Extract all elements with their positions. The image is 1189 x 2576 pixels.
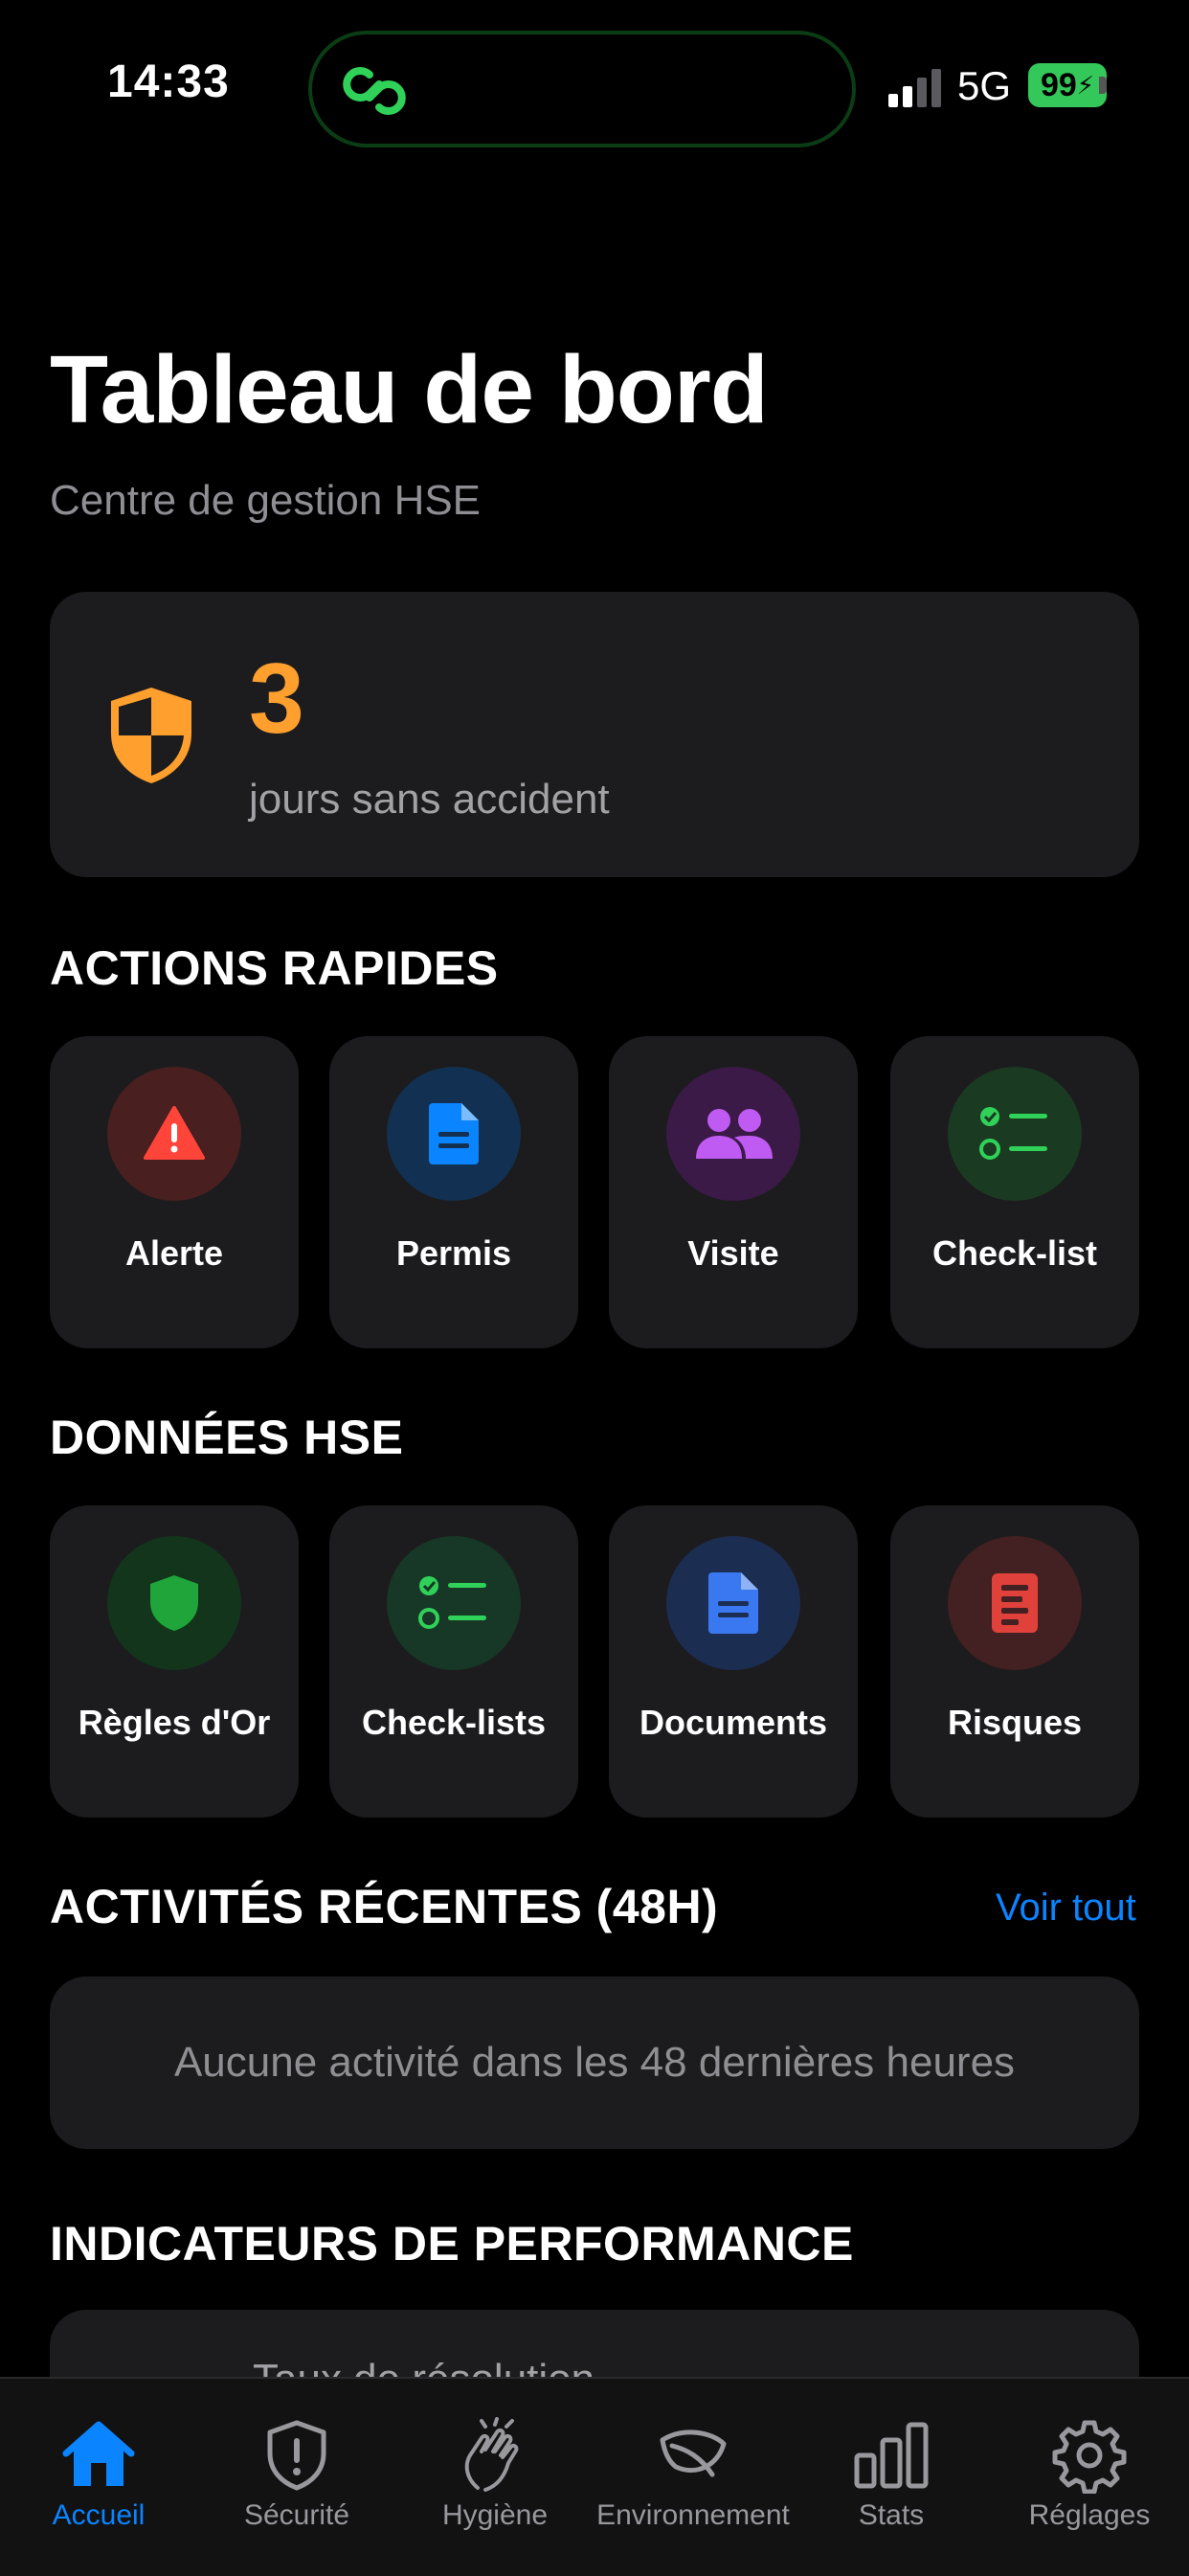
hse-golden-rules[interactable]: Règles d'Or <box>50 1505 299 1818</box>
hse-data-label: Check-lists <box>361 1703 547 1742</box>
golden-rules-icon-circle <box>107 1536 241 1670</box>
checklist-icon <box>979 1107 1047 1160</box>
quick-action-permit[interactable]: Permis <box>329 1036 578 1348</box>
hse-data-title: DONNÉES HSE <box>50 1411 404 1464</box>
page-subtitle: Centre de gestion HSE <box>50 477 482 524</box>
warning-icon <box>144 1106 205 1160</box>
hse-data-label: Documents <box>639 1703 828 1742</box>
page-title: Tableau de bord <box>50 336 769 443</box>
shield-icon <box>111 688 191 783</box>
hse-data-label: Règles d'Or <box>78 1703 271 1742</box>
quick-action-label: Check-list <box>931 1233 1098 1273</box>
checklist-icon-circle <box>948 1067 1082 1201</box>
tab-bar: Accueil Sécurité Hygiène Environnement S… <box>0 2377 1189 2576</box>
visit-icon-circle <box>666 1067 800 1201</box>
tab-label: Hygiène <box>441 2499 549 2531</box>
quick-action-checklist[interactable]: Check-list <box>890 1036 1139 1348</box>
tab-stats[interactable]: Stats <box>793 2379 990 2576</box>
quick-action-alert[interactable]: Alerte <box>50 1036 299 1348</box>
hse-documents[interactable]: Documents <box>609 1505 858 1818</box>
battery-indicator: 99 ⚡ <box>1028 63 1107 107</box>
tab-environment[interactable]: Environnement <box>594 2379 792 2576</box>
clap-hands-icon <box>464 2417 519 2492</box>
risk-list-icon <box>992 1573 1038 1633</box>
tab-hygiene[interactable]: Hygiène <box>396 2379 594 2576</box>
quick-actions-title: ACTIONS RAPIDES <box>50 941 499 995</box>
people-icon <box>696 1109 773 1159</box>
tab-home[interactable]: Accueil <box>0 2379 197 2576</box>
shield-icon <box>150 1575 198 1631</box>
kpi-title: INDICATEURS DE PERFORMANCE <box>50 2217 854 2271</box>
permit-icon-circle <box>387 1067 521 1201</box>
quick-action-label: Alerte <box>124 1233 224 1273</box>
tab-label: Sécurité <box>243 2499 350 2531</box>
document-icon <box>429 1103 479 1164</box>
recent-activities-title: ACTIVITÉS RÉCENTES (48H) <box>50 1880 719 1933</box>
tab-label: Environnement <box>596 2499 790 2531</box>
quick-action-label: Permis <box>395 1233 512 1273</box>
quick-action-visit[interactable]: Visite <box>609 1036 858 1348</box>
hse-data-label: Risques <box>947 1703 1083 1742</box>
days-without-accident-card[interactable]: 3 jours sans accident <box>50 592 1139 877</box>
battery-nub <box>1099 77 1107 94</box>
tab-label: Accueil <box>52 2499 146 2531</box>
link-app-icon <box>343 67 406 115</box>
quick-action-label: Visite <box>687 1233 779 1273</box>
checklists-icon-circle <box>387 1536 521 1670</box>
recent-activities-card: Aucune activité dans les 48 dernières he… <box>50 1977 1139 2149</box>
empty-state-text: Aucune activité dans les 48 dernières he… <box>173 2039 1016 2086</box>
dynamic-island <box>308 31 856 147</box>
alert-icon-circle <box>107 1067 241 1201</box>
tab-label: Réglages <box>1028 2499 1151 2531</box>
accident-count: 3 <box>249 644 304 755</box>
hse-checklists[interactable]: Check-lists <box>329 1505 578 1818</box>
documents-icon-circle <box>666 1536 800 1670</box>
checklist-icon <box>418 1576 486 1629</box>
see-all-link[interactable]: Voir tout <box>996 1887 1136 1930</box>
network-label: 5G <box>957 63 1012 108</box>
tab-settings[interactable]: Réglages <box>991 2379 1188 2576</box>
signal-icon <box>888 69 941 107</box>
shield-alert-icon <box>267 2420 326 2491</box>
battery-level: 99 <box>1040 66 1077 103</box>
leaf-icon <box>660 2429 727 2477</box>
risks-icon-circle <box>948 1536 1082 1670</box>
home-icon <box>62 2421 135 2486</box>
tab-label: Stats <box>858 2499 925 2531</box>
gear-icon <box>1052 2420 1127 2494</box>
document-icon <box>708 1572 758 1634</box>
tab-security[interactable]: Sécurité <box>198 2379 395 2576</box>
hse-risks[interactable]: Risques <box>890 1505 1139 1818</box>
status-time: 14:33 <box>107 56 230 107</box>
accident-label: jours sans accident <box>249 776 610 823</box>
bar-chart-icon <box>854 2422 929 2489</box>
charging-bolt-icon: ⚡ <box>1076 70 1095 100</box>
